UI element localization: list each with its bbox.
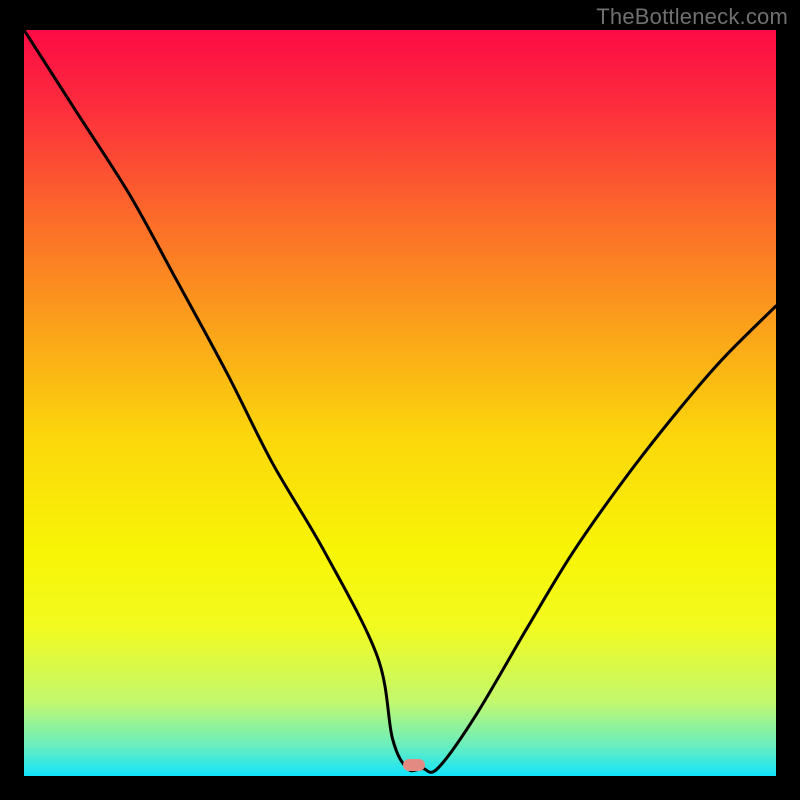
watermark-text: TheBottleneck.com [596,4,788,30]
gradient-background [24,30,776,776]
plot-area [24,30,776,776]
chart-frame: TheBottleneck.com [0,0,800,800]
optimal-point-marker [403,759,425,771]
bottleneck-plot-svg [24,30,776,776]
